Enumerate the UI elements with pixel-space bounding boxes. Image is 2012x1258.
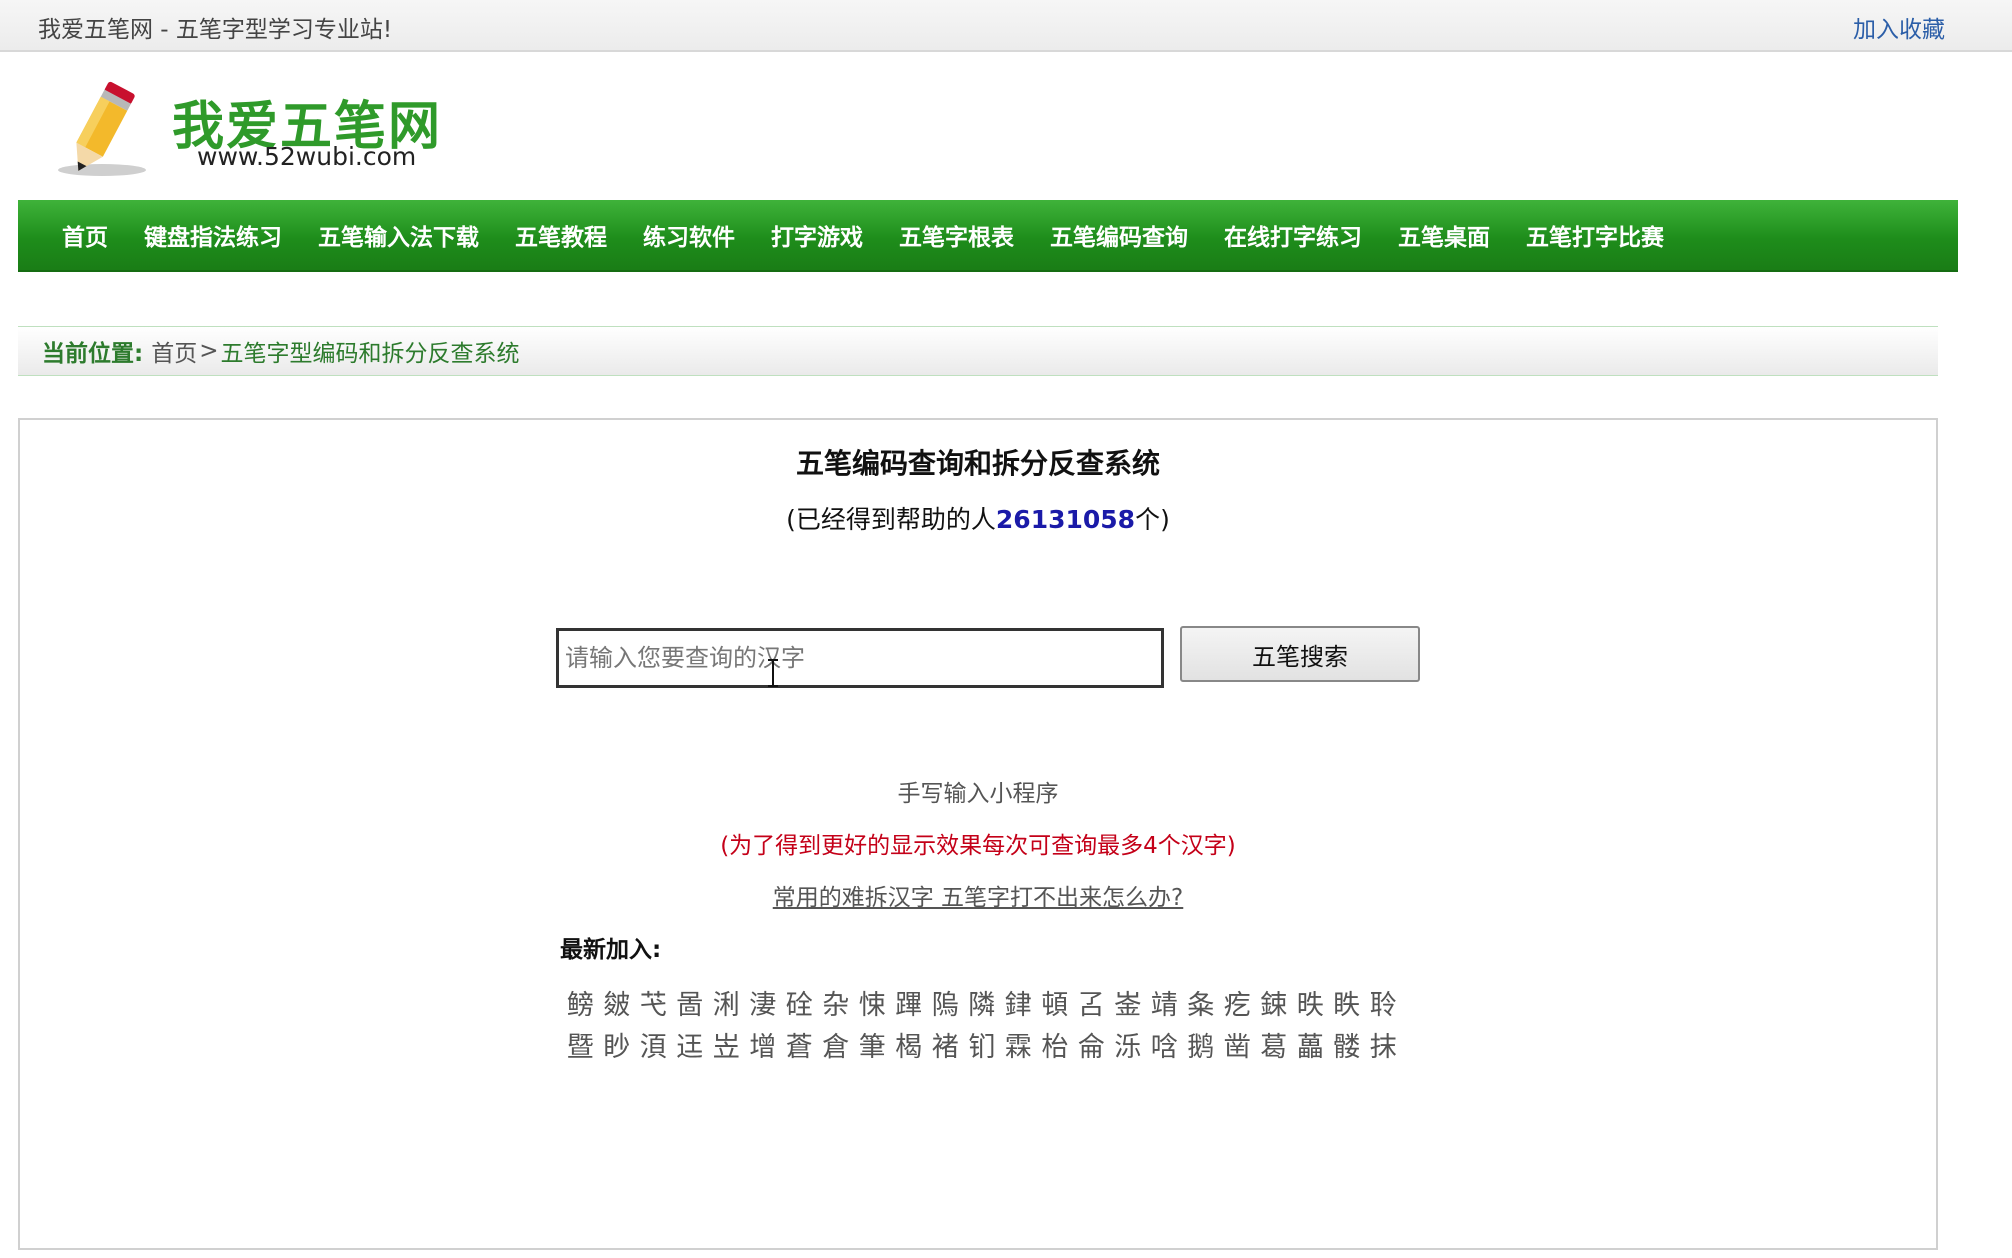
newest-char-link[interactable]: 岦 (708, 1027, 745, 1069)
nav-item-home[interactable]: 首页 (62, 218, 108, 252)
newest-char-link[interactable]: 聆 (1365, 985, 1402, 1027)
search-input[interactable] (556, 628, 1164, 688)
logo-url: www.52wubi.com (197, 142, 417, 171)
newest-chars-row: 暨眇湏迋岦增蒼倉筆楬褚钔霖枱侖泺唅鹅凿葛藟髅抹 (562, 1027, 1422, 1069)
breadcrumb-separator: > (199, 338, 219, 364)
newest-char-link[interactable]: 葛 (1256, 1027, 1293, 1069)
breadcrumb: 当前位置: 首页 > 五笔字型编码和拆分反查系统 (18, 326, 1938, 376)
newest-char-link[interactable]: 隖 (927, 985, 964, 1027)
newest-char-link[interactable]: 褚 (927, 1027, 964, 1069)
newest-char-link[interactable]: 夈 (1183, 985, 1220, 1027)
add-favorite-link[interactable]: 加入收藏 (1853, 10, 1945, 44)
newest-char-link[interactable]: 杂 (818, 985, 855, 1027)
nav-item-keyboard-practice[interactable]: 键盘指法练习 (144, 218, 282, 252)
newest-char-link[interactable]: 浰 (708, 985, 745, 1027)
pencil-icon (58, 81, 146, 176)
newest-char-link[interactable]: 鋉 (1256, 985, 1293, 1027)
newest-char-link[interactable]: 筆 (854, 1027, 891, 1069)
newest-char-link[interactable]: 抹 (1365, 1027, 1402, 1069)
newest-char-link[interactable]: 髅 (1329, 1027, 1366, 1069)
handwrite-link[interactable]: 手写输入小程序 (20, 774, 1936, 808)
newest-char-link[interactable]: 暨 (562, 1027, 599, 1069)
newest-char-link[interactable]: 疙 (1219, 985, 1256, 1027)
newest-char-link[interactable]: 崟 (1110, 985, 1147, 1027)
newest-char-link[interactable]: 倉 (818, 1027, 855, 1069)
newest-char-link[interactable]: 頓 (1037, 985, 1074, 1027)
newest-char-link[interactable]: 皴 (599, 985, 636, 1027)
search-button[interactable]: 五笔搜索 (1180, 626, 1420, 682)
newest-chars: 鳑皴芅啚浰淒硂杂悚蹕隖隣銉頓叾崟靖夈疙鋉昳眣聆 暨眇湏迋岦增蒼倉筆楬褚钔霖枱侖泺… (562, 985, 1422, 1069)
hard-chars-link[interactable]: 常用的难拆汉字 五笔字打不出来怎么办? (20, 878, 1936, 912)
nav-item-ime-download[interactable]: 五笔输入法下载 (318, 218, 479, 252)
page-title: 五笔编码查询和拆分反查系统 (795, 447, 1160, 480)
newest-char-link[interactable]: 昳 (1292, 985, 1329, 1027)
newest-chars-row: 鳑皴芅啚浰淒硂杂悚蹕隖隣銉頓叾崟靖夈疙鋉昳眣聆 (562, 985, 1422, 1027)
newest-char-link[interactable]: 藟 (1292, 1027, 1329, 1069)
helped-count-line: (已经得到帮助的人26131058个) (20, 500, 1936, 536)
nav-item-online-typing[interactable]: 在线打字练习 (1224, 218, 1362, 252)
breadcrumb-lead: 当前位置: (42, 341, 144, 367)
lookup-panel: 五笔编码查询和拆分反查系统 (已经得到帮助的人26131058个) 五笔搜索 手… (18, 418, 1938, 1250)
newest-char-link[interactable]: 唅 (1146, 1027, 1183, 1069)
newest-char-link[interactable]: 啚 (672, 985, 709, 1027)
nav-item-wallpaper[interactable]: 五笔桌面 (1398, 218, 1490, 252)
main-nav: 首页 键盘指法练习 五笔输入法下载 五笔教程 练习软件 打字游戏 五笔字根表 五… (18, 200, 1958, 272)
newest-char-link[interactable]: 悚 (854, 985, 891, 1027)
helped-suffix: 个) (1135, 505, 1170, 534)
newest-char-link[interactable]: 靖 (1146, 985, 1183, 1027)
nav-item-practice-software[interactable]: 练习软件 (643, 218, 735, 252)
nav-item-root-chart[interactable]: 五笔字根表 (899, 218, 1014, 252)
helped-prefix: (已经得到帮助的人 (786, 505, 996, 534)
newest-char-link[interactable]: 湏 (635, 1027, 672, 1069)
newest-char-link[interactable]: 侖 (1073, 1027, 1110, 1069)
breadcrumb-home-link[interactable]: 首页 (151, 334, 197, 368)
newest-char-link[interactable]: 蹕 (891, 985, 928, 1027)
top-bar: 我爱五笔网 - 五笔字型学习专业站! 加入收藏 (0, 0, 2012, 52)
newest-char-link[interactable]: 楬 (891, 1027, 928, 1069)
newest-char-link[interactable]: 迋 (672, 1027, 709, 1069)
newest-char-link[interactable]: 鳑 (562, 985, 599, 1027)
newest-char-link[interactable]: 凿 (1219, 1027, 1256, 1069)
newest-char-link[interactable]: 淒 (745, 985, 782, 1027)
site-logo[interactable]: 我爱五笔网 www.52wubi.com (44, 74, 464, 184)
newest-char-link[interactable]: 枱 (1037, 1027, 1074, 1069)
newest-char-link[interactable]: 硂 (781, 985, 818, 1027)
newest-char-link[interactable]: 蒼 (781, 1027, 818, 1069)
nav-item-code-lookup[interactable]: 五笔编码查询 (1050, 218, 1188, 252)
newest-char-link[interactable]: 霖 (1000, 1027, 1037, 1069)
newest-char-link[interactable]: 銉 (1000, 985, 1037, 1027)
text-cursor-icon (768, 659, 778, 687)
site-slogan: 我爱五笔网 - 五笔字型学习专业站! (38, 17, 393, 43)
newest-char-link[interactable]: 鹅 (1183, 1027, 1220, 1069)
nav-item-typing-games[interactable]: 打字游戏 (771, 218, 863, 252)
newest-char-link[interactable]: 芅 (635, 985, 672, 1027)
newest-char-link[interactable]: 增 (745, 1027, 782, 1069)
newest-char-link[interactable]: 叾 (1073, 985, 1110, 1027)
newest-char-link[interactable]: 隣 (964, 985, 1001, 1027)
nav-item-tutorial[interactable]: 五笔教程 (515, 218, 607, 252)
query-limit-notice: (为了得到更好的显示效果每次可查询最多4个汉字) (720, 833, 1236, 859)
newest-char-link[interactable]: 泺 (1110, 1027, 1147, 1069)
newest-char-link[interactable]: 钔 (964, 1027, 1001, 1069)
newest-char-link[interactable]: 眣 (1329, 985, 1366, 1027)
helped-count: 26131058 (995, 505, 1136, 534)
breadcrumb-current: 五笔字型编码和拆分反查系统 (220, 341, 520, 367)
nav-item-competition[interactable]: 五笔打字比赛 (1526, 218, 1664, 252)
newest-char-link[interactable]: 眇 (599, 1027, 636, 1069)
newest-label: 最新加入: (560, 937, 662, 963)
